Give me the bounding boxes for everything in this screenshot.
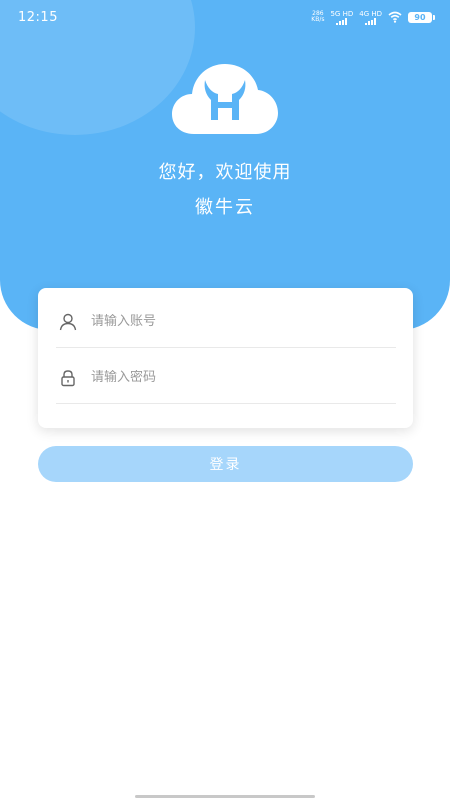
signal-icon: [336, 17, 348, 25]
password-input[interactable]: [91, 370, 371, 385]
login-screen: 12:15 286 KB/s 5G HD 4G HD 90 您好，欢迎使用 徽牛…: [0, 0, 450, 800]
cloud-h-logo-icon: [172, 64, 278, 134]
account-field: [56, 296, 396, 348]
network-4g-label: 4G HD: [359, 9, 382, 18]
network-4g: 4G HD: [359, 10, 382, 25]
signal-icon: [365, 17, 377, 25]
status-bar: 12:15 286 KB/s 5G HD 4G HD 90: [0, 0, 450, 34]
battery-icon: 90: [408, 11, 435, 23]
battery-level: 90: [414, 12, 426, 22]
login-button[interactable]: 登录: [38, 446, 413, 482]
login-card: [38, 288, 413, 428]
password-field: [56, 352, 396, 404]
home-indicator[interactable]: [135, 795, 315, 798]
status-icons: 286 KB/s 5G HD 4G HD 90: [311, 10, 435, 25]
network-speed: 286 KB/s: [311, 10, 325, 23]
status-time: 12:15: [18, 9, 58, 25]
user-icon: [59, 313, 77, 330]
lock-icon: [61, 369, 75, 386]
wifi-icon: [388, 11, 402, 23]
welcome-text: 您好，欢迎使用: [158, 162, 292, 183]
app-name: 徽牛云: [195, 197, 255, 218]
network-5g-label: 5G HD: [330, 9, 354, 18]
network-5g: 5G HD: [330, 10, 353, 25]
account-input[interactable]: [91, 314, 371, 329]
